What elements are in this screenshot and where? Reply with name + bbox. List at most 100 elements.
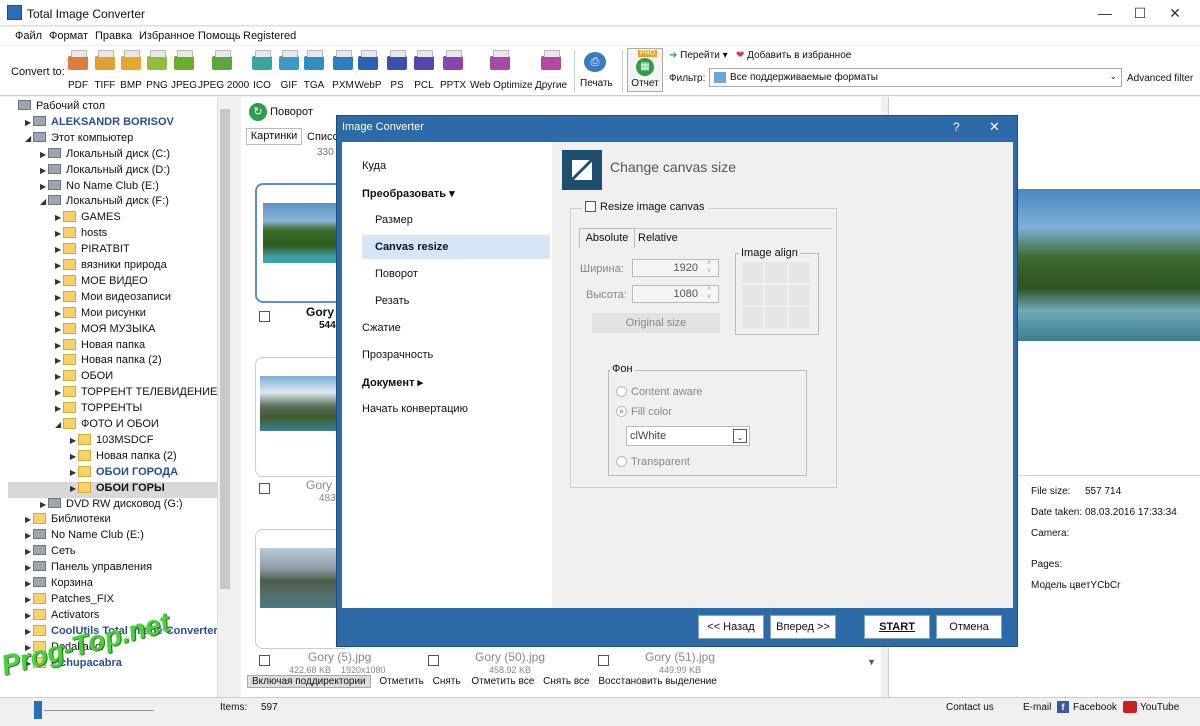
tree-item[interactable]: ◢ ФОТО И ОБОИ (55, 418, 159, 434)
facebook-link[interactable]: Facebook (1073, 702, 1117, 713)
mark-all-link[interactable]: Отметить все (471, 676, 534, 687)
dialog-close-button[interactable]: ✕ (989, 119, 1000, 135)
youtube-link[interactable]: YouTube (1140, 702, 1179, 713)
tree-item[interactable]: ▶ Новая папка (2) (55, 354, 162, 370)
expand-arrow-icon[interactable]: ▶ (55, 245, 63, 254)
tab-relative[interactable]: Relative (638, 232, 678, 244)
menu-help[interactable]: Помощь (198, 30, 241, 42)
file-checkbox[interactable] (428, 655, 439, 666)
expand-arrow-icon[interactable]: ▶ (25, 595, 33, 604)
advanced-filter-button[interactable]: Advanced filter (1127, 73, 1193, 84)
file-checkbox[interactable] (598, 655, 609, 666)
align-cell[interactable] (788, 284, 810, 306)
wizard-nav-item[interactable]: Начать конвертацию (362, 403, 468, 415)
format-button-ps[interactable]: PS (384, 50, 410, 96)
tab-pictures[interactable]: Картинки (246, 128, 302, 145)
expand-arrow-icon[interactable]: ▶ (55, 213, 63, 222)
format-button-webp[interactable]: WebP (354, 50, 382, 96)
expand-arrow-icon[interactable]: ▶ (25, 627, 33, 636)
tree-item[interactable]: ▶ ОБОИ (55, 370, 113, 386)
email-link[interactable]: E-mail (1023, 702, 1051, 713)
tree-item[interactable]: ▶ МОЕ ВИДЕО (55, 274, 148, 291)
width-input[interactable] (632, 259, 719, 277)
expand-arrow-icon[interactable]: ▶ (55, 404, 63, 413)
contact-link[interactable]: Contact us (946, 702, 994, 713)
tree-item[interactable]: ▶ Корзина (25, 577, 93, 593)
expand-arrow-icon[interactable]: ▶ (55, 293, 63, 302)
unmark-all-link[interactable]: Снять все (543, 676, 590, 687)
help-button[interactable]: ? (953, 120, 960, 134)
tree-item[interactable]: ▶ No Name Club (E:) (25, 529, 144, 545)
tree-item[interactable]: ▶ Новая папка (55, 338, 145, 355)
format-button-bmp[interactable]: BMP (118, 50, 144, 96)
scroll-down-icon[interactable]: ▼ (867, 657, 876, 667)
wizard-nav-item[interactable]: Canvas resize (362, 235, 550, 259)
rotate-action[interactable]: ↻ Поворот (249, 103, 313, 121)
tree-item[interactable]: ▶ Локальный диск (D:) (40, 163, 170, 180)
wizard-nav-item[interactable]: Поворот (375, 268, 418, 280)
expand-arrow-icon[interactable]: ▶ (25, 547, 33, 556)
expand-arrow-icon[interactable]: ▶ (70, 484, 78, 493)
tree-item[interactable]: ▶ Мои рисунки (55, 306, 146, 323)
mark-link[interactable]: Отметить (379, 676, 423, 687)
expand-arrow-icon[interactable]: ▶ (70, 452, 78, 461)
wizard-nav-item[interactable]: Сжатие (362, 322, 401, 334)
format-button-другие[interactable]: Другие (534, 50, 568, 96)
format-button-ico[interactable]: ICO (248, 50, 276, 96)
align-cell[interactable] (742, 262, 764, 283)
align-cell[interactable] (765, 284, 787, 306)
tab-absolute[interactable]: Absolute (579, 228, 635, 248)
expand-arrow-icon[interactable]: ▶ (55, 261, 63, 270)
expand-arrow-icon[interactable]: ▶ (55, 372, 63, 381)
tree-item[interactable]: ▶ МОЯ МУЗЫКА (55, 322, 156, 339)
expand-arrow-icon[interactable]: ▶ (25, 611, 33, 620)
menu-format[interactable]: Формат (49, 30, 88, 42)
back-button[interactable]: << Назад (698, 615, 764, 639)
format-button-png[interactable]: PNG (144, 50, 170, 96)
tree-item[interactable]: ▶ ОБОИ ГОРЫ (8, 481, 217, 498)
align-cell[interactable] (765, 307, 787, 328)
tree-item[interactable]: ▶ Новая папка (2) (70, 449, 177, 466)
align-cell[interactable] (742, 284, 764, 306)
tree-item[interactable]: ▶ Мои видеозаписи (55, 290, 171, 307)
format-button-jpeg[interactable]: JPEG (170, 50, 198, 96)
next-button[interactable]: Вперед >> (770, 615, 836, 639)
unmark-link[interactable]: Снять (433, 676, 461, 687)
format-button-web-optimize[interactable]: Web Optimize (470, 50, 533, 96)
tree-item[interactable]: ▶ ОБОИ ГОРОДА (70, 465, 178, 482)
expand-arrow-icon[interactable]: ▶ (40, 150, 48, 159)
content-aware-radio[interactable]: Content aware (616, 386, 703, 398)
fill-color-radio[interactable]: Fill color (616, 406, 672, 418)
tree-item[interactable]: ▶ GAMES (55, 211, 121, 227)
zoom-slider-track[interactable] (44, 710, 154, 711)
expand-arrow-icon[interactable]: ▶ (55, 356, 63, 365)
align-cell[interactable] (788, 262, 810, 283)
align-cell[interactable] (788, 307, 810, 328)
expand-arrow-icon[interactable]: ▶ (40, 166, 48, 175)
start-button[interactable]: START (864, 615, 930, 639)
tree-item[interactable]: ▶ DVD RW дисковод (G:) (40, 497, 183, 514)
resize-checkbox[interactable]: Resize image canvas (582, 201, 708, 213)
expand-arrow-icon[interactable]: ▶ (55, 388, 63, 397)
wizard-nav-item[interactable]: Куда (362, 160, 386, 172)
tree-item[interactable]: Рабочий стол (10, 100, 105, 116)
expand-arrow-icon[interactable]: ◢ (40, 197, 48, 206)
minimize-button[interactable]: — (1085, 0, 1125, 26)
thumbnail-checkbox[interactable] (259, 483, 270, 494)
expand-arrow-icon[interactable]: ▶ (25, 531, 33, 540)
menu-edit[interactable]: Правка (95, 30, 132, 42)
tree-scrollbar[interactable] (217, 97, 232, 697)
maximize-button[interactable]: ☐ (1120, 0, 1160, 26)
wizard-nav-item[interactable]: Прозрачность (362, 349, 433, 361)
thumbnail-checkbox[interactable] (259, 311, 270, 322)
expand-arrow-icon[interactable]: ▶ (25, 579, 33, 588)
cancel-button[interactable]: Отмена (936, 615, 1002, 639)
wizard-nav-item[interactable]: Резать (375, 295, 409, 307)
goto-button[interactable]: ➜ Перейти ▾ (669, 50, 728, 61)
file-checkbox[interactable] (259, 655, 270, 666)
width-spinner[interactable]: ˄ ˅ (707, 260, 711, 276)
report-button[interactable]: PRO ▦ Отчет (627, 48, 663, 92)
tree-item[interactable]: ▶ No Name Club (E:) (40, 179, 159, 196)
expand-arrow-icon[interactable]: ▶ (25, 563, 33, 572)
expand-arrow-icon[interactable]: ▶ (55, 229, 63, 238)
